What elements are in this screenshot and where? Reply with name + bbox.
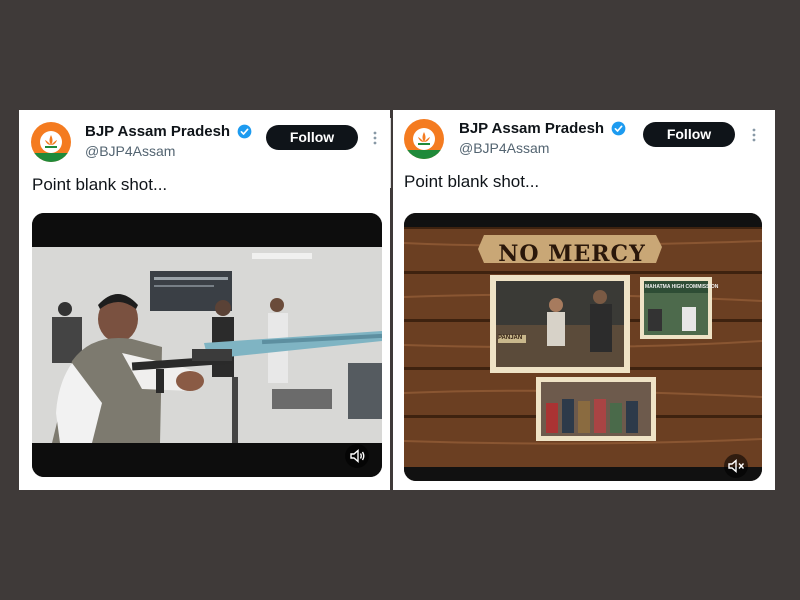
tweet-video[interactable] xyxy=(32,213,382,477)
profile-avatar[interactable] xyxy=(31,122,71,162)
tweet-text: Point blank shot... xyxy=(404,172,540,191)
lotus-logo-icon xyxy=(40,131,62,153)
avatar-green-band xyxy=(31,153,71,162)
volume-icon[interactable] xyxy=(345,444,369,468)
title-card-text: NO MERCY xyxy=(498,241,646,267)
card-divider xyxy=(390,118,391,188)
avatar-green-band xyxy=(404,150,444,159)
tweet-card-right: BJP Assam Pradesh @BJP4Assam Follow Poin… xyxy=(393,110,775,490)
author-name[interactable]: BJP Assam Pradesh xyxy=(85,123,230,140)
author-handle[interactable]: @BJP4Assam xyxy=(85,143,175,159)
profile-avatar[interactable] xyxy=(404,119,444,159)
lotus-logo-icon xyxy=(413,128,435,150)
verified-badge-icon xyxy=(237,124,252,139)
author-name[interactable]: BJP Assam Pradesh xyxy=(459,120,604,137)
tweet-text: Point blank shot... xyxy=(32,175,168,194)
frame-label: MAHATMA HIGH COMMISSION xyxy=(645,284,719,290)
follow-button[interactable]: Follow xyxy=(266,125,358,150)
author-handle[interactable]: @BJP4Assam xyxy=(459,140,549,156)
frame-label: PANJAN xyxy=(498,335,523,341)
video-frame-shooting-range xyxy=(32,213,382,477)
more-options-icon[interactable] xyxy=(372,131,378,145)
follow-button[interactable]: Follow xyxy=(643,122,735,147)
more-options-icon[interactable] xyxy=(751,128,757,142)
verified-badge-icon xyxy=(611,121,626,136)
tweet-card-left: BJP Assam Pradesh @BJP4Assam Follow Poin… xyxy=(19,110,390,490)
muted-icon[interactable] xyxy=(724,454,748,478)
tweet-video[interactable]: NO MERCY PANJAN MAHATMA HIGH COMMISSION xyxy=(404,213,762,481)
